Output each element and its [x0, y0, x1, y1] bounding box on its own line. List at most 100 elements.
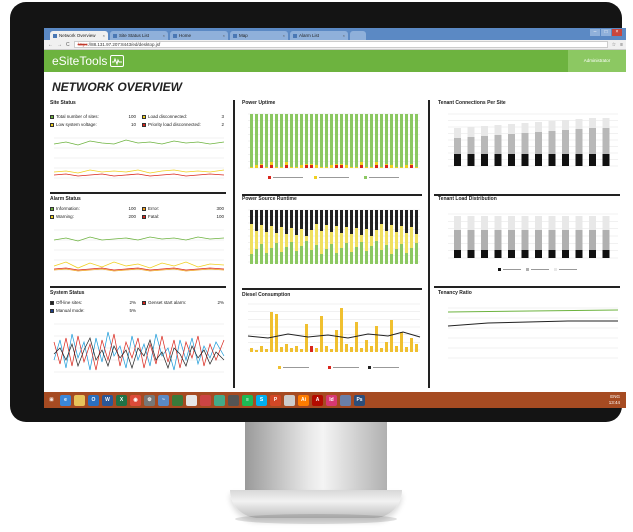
uptime-bar-yellow: [260, 164, 263, 165]
load-bar-mid: [494, 230, 502, 250]
user-menu[interactable]: Administrator: [568, 50, 626, 72]
notes-icon[interactable]: [186, 394, 197, 406]
power-uptime-title: Power Uptime: [242, 100, 276, 106]
uptime-bar-yellow: [275, 167, 278, 168]
favicon-icon: [53, 33, 57, 38]
diesel-consumption-title: Diesel Consumption: [242, 292, 291, 298]
tab-network-overview[interactable]: Network Overview ×: [50, 31, 108, 40]
reload-icon[interactable]: C: [66, 42, 70, 48]
close-tab-icon[interactable]: ×: [343, 33, 345, 38]
minimize-icon[interactable]: –: [590, 29, 600, 36]
runtime-bar-black: [370, 210, 373, 236]
runtime-bar-green: [305, 241, 308, 264]
legend-swatch: [50, 206, 54, 211]
uptime-bar-green: [265, 114, 268, 167]
chrome-icon[interactable]: ◉: [130, 394, 141, 406]
close-tab-icon[interactable]: ×: [103, 33, 105, 38]
stand-shadow: [235, 514, 397, 524]
diesel-bar: [360, 348, 363, 352]
app-icon[interactable]: [172, 394, 183, 406]
uptime-bar-green: [390, 114, 393, 165]
app-logo[interactable]: eSiteTools: [52, 54, 125, 68]
url-input[interactable]: https://88.131.97.207:8443/ed/desktop.js…: [73, 41, 608, 48]
runtime-bar-black: [355, 210, 358, 228]
media-icon[interactable]: [228, 394, 239, 406]
tab-alarm-list[interactable]: Alarm List ×: [290, 31, 348, 40]
load-bar-light: [454, 216, 461, 230]
diesel-bar: [365, 340, 368, 352]
uptime-bar-red: [335, 165, 338, 168]
tenant-bar-black: [508, 154, 515, 166]
runtime-bar-black: [400, 210, 403, 226]
tab-home[interactable]: Home ×: [170, 31, 228, 40]
runtime-bar-green: [360, 242, 363, 264]
uptime-bar-yellow: [405, 165, 408, 168]
tab-site-status-list[interactable]: Site Status List ×: [110, 31, 168, 40]
indesign-icon[interactable]: Id: [326, 394, 337, 406]
legend-swatch: [50, 122, 54, 127]
uptime-bar-yellow: [410, 164, 413, 165]
back-icon[interactable]: ←: [48, 42, 53, 48]
runtime-bar-yellow: [355, 228, 358, 247]
paint-icon[interactable]: [214, 394, 225, 406]
start-icon[interactable]: ⊞: [46, 394, 57, 406]
diesel-trend-line: [247, 331, 421, 339]
runtime-bar-yellow: [320, 231, 323, 254]
menu-icon[interactable]: ≡: [620, 42, 623, 48]
system-clock[interactable]: ENG 13:44: [609, 394, 620, 406]
runtime-bar-green: [400, 244, 403, 264]
snip-icon[interactable]: [200, 394, 211, 406]
runtime-bar-black: [380, 210, 383, 224]
maximize-icon[interactable]: □: [601, 29, 611, 36]
mail-icon[interactable]: [284, 394, 295, 406]
load-bar-mid: [467, 230, 475, 250]
skype-icon[interactable]: S: [256, 394, 267, 406]
word-icon[interactable]: W: [102, 394, 113, 406]
folder-icon[interactable]: [74, 394, 85, 406]
diesel-bar: [305, 324, 308, 352]
stat-total-sites: Total number of sites:: [50, 114, 99, 119]
close-window-icon[interactable]: ×: [612, 29, 622, 36]
photoshop-icon[interactable]: Ps: [354, 394, 365, 406]
runtime-bar-yellow: [335, 226, 338, 253]
uptime-bar-yellow: [250, 167, 253, 168]
runtime-bar-yellow: [265, 232, 268, 253]
bookmark-star-icon[interactable]: ☆: [612, 42, 616, 48]
uptime-bar-green: [385, 114, 388, 164]
settings-icon[interactable]: ⚙: [144, 394, 155, 406]
alarm-status-line-chart: [53, 229, 225, 272]
close-tab-icon[interactable]: ×: [283, 33, 285, 38]
runtime-bar-green: [265, 253, 268, 264]
tab-map[interactable]: Map ×: [230, 31, 288, 40]
ie-icon[interactable]: e: [60, 394, 71, 406]
runtime-bar-green: [345, 243, 348, 264]
forward-icon[interactable]: →: [57, 42, 62, 48]
acrobat-icon[interactable]: A: [312, 394, 323, 406]
close-tab-icon[interactable]: ×: [163, 33, 165, 38]
uptime-bar-yellow: [370, 167, 373, 168]
tenant-bar-black: [602, 154, 610, 166]
new-tab-button[interactable]: [350, 31, 366, 40]
load-bar-mid: [454, 230, 461, 250]
illustrator-icon[interactable]: Ai: [298, 394, 309, 406]
spotify-icon[interactable]: ≡: [242, 394, 253, 406]
load-bar-black: [602, 250, 610, 258]
runtime-bar-black: [295, 210, 298, 235]
uptime-bar-green: [415, 114, 418, 167]
outlook-icon[interactable]: O: [88, 394, 99, 406]
favicon-icon: [233, 33, 237, 38]
divider: [50, 192, 226, 194]
load-bar-mid: [562, 230, 569, 250]
system-status-line-chart: [53, 323, 225, 373]
excel-icon[interactable]: X: [116, 394, 127, 406]
image-icon[interactable]: [340, 394, 351, 406]
uptime-bar-yellow: [330, 165, 333, 168]
runtime-bar-black: [325, 210, 328, 225]
runtime-bar-yellow: [250, 224, 253, 254]
runtime-bar-yellow: [415, 234, 418, 243]
uptime-bar-green: [350, 114, 353, 167]
tenant-bar-black: [494, 154, 502, 166]
pulse-icon[interactable]: ~: [158, 394, 169, 406]
close-tab-icon[interactable]: ×: [223, 33, 225, 38]
powerpoint-icon[interactable]: P: [270, 394, 281, 406]
